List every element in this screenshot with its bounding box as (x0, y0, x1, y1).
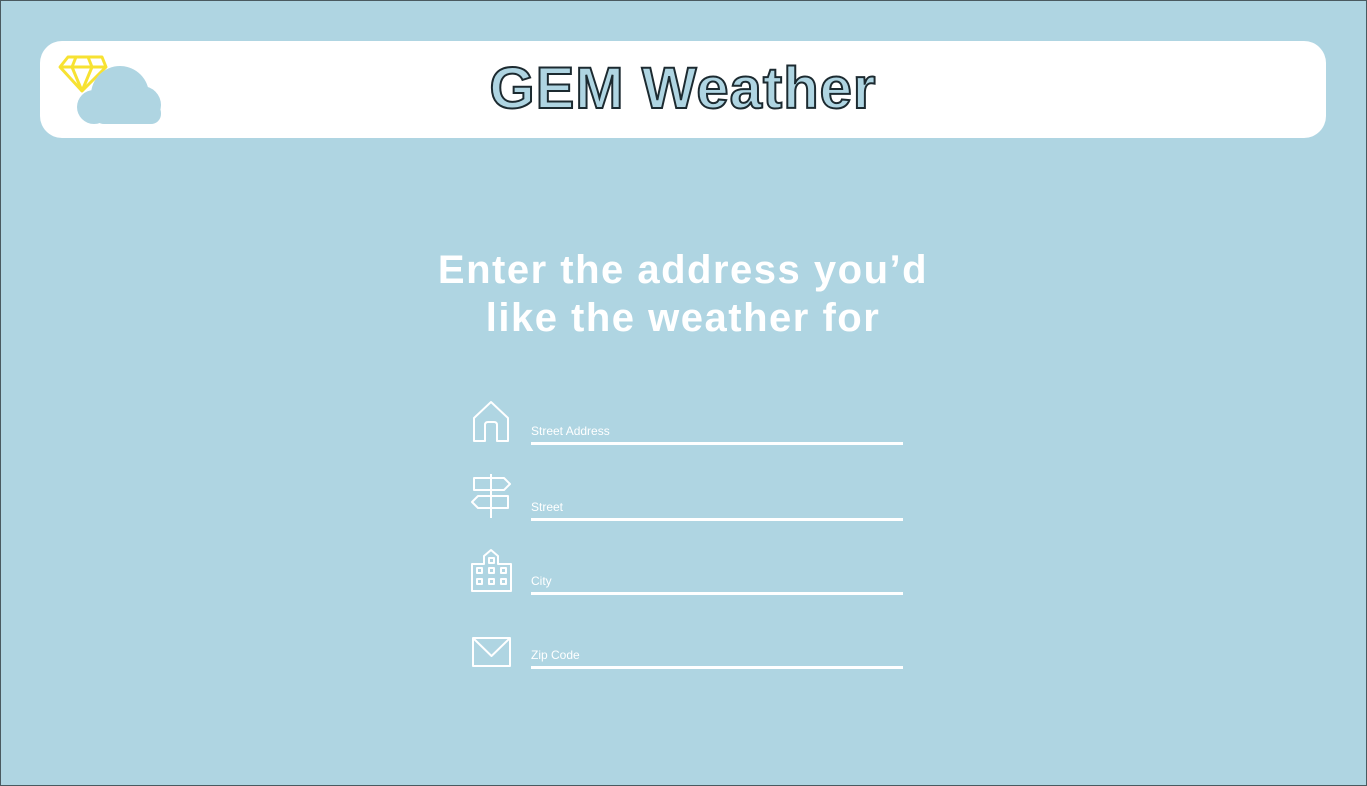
city-input[interactable] (531, 570, 903, 595)
heading-line-2: like the weather for (485, 296, 881, 340)
envelope-icon (472, 637, 511, 667)
heading-line-1: Enter the address you’d (437, 248, 929, 292)
zip-code-row (470, 632, 910, 684)
buildings-icon (471, 549, 512, 592)
app-header: GEM Weather (40, 41, 1326, 138)
zip-code-input[interactable] (531, 644, 903, 669)
street-address-row (470, 398, 910, 450)
app-title: GEM Weather (488, 56, 877, 122)
street-address-input[interactable] (531, 420, 903, 445)
street-input[interactable] (531, 496, 903, 521)
page-heading: Enter the address you’d like the weather… (333, 246, 1033, 342)
signpost-icon (471, 474, 511, 518)
city-row (470, 548, 910, 600)
street-row (470, 472, 910, 524)
house-icon (473, 401, 509, 442)
